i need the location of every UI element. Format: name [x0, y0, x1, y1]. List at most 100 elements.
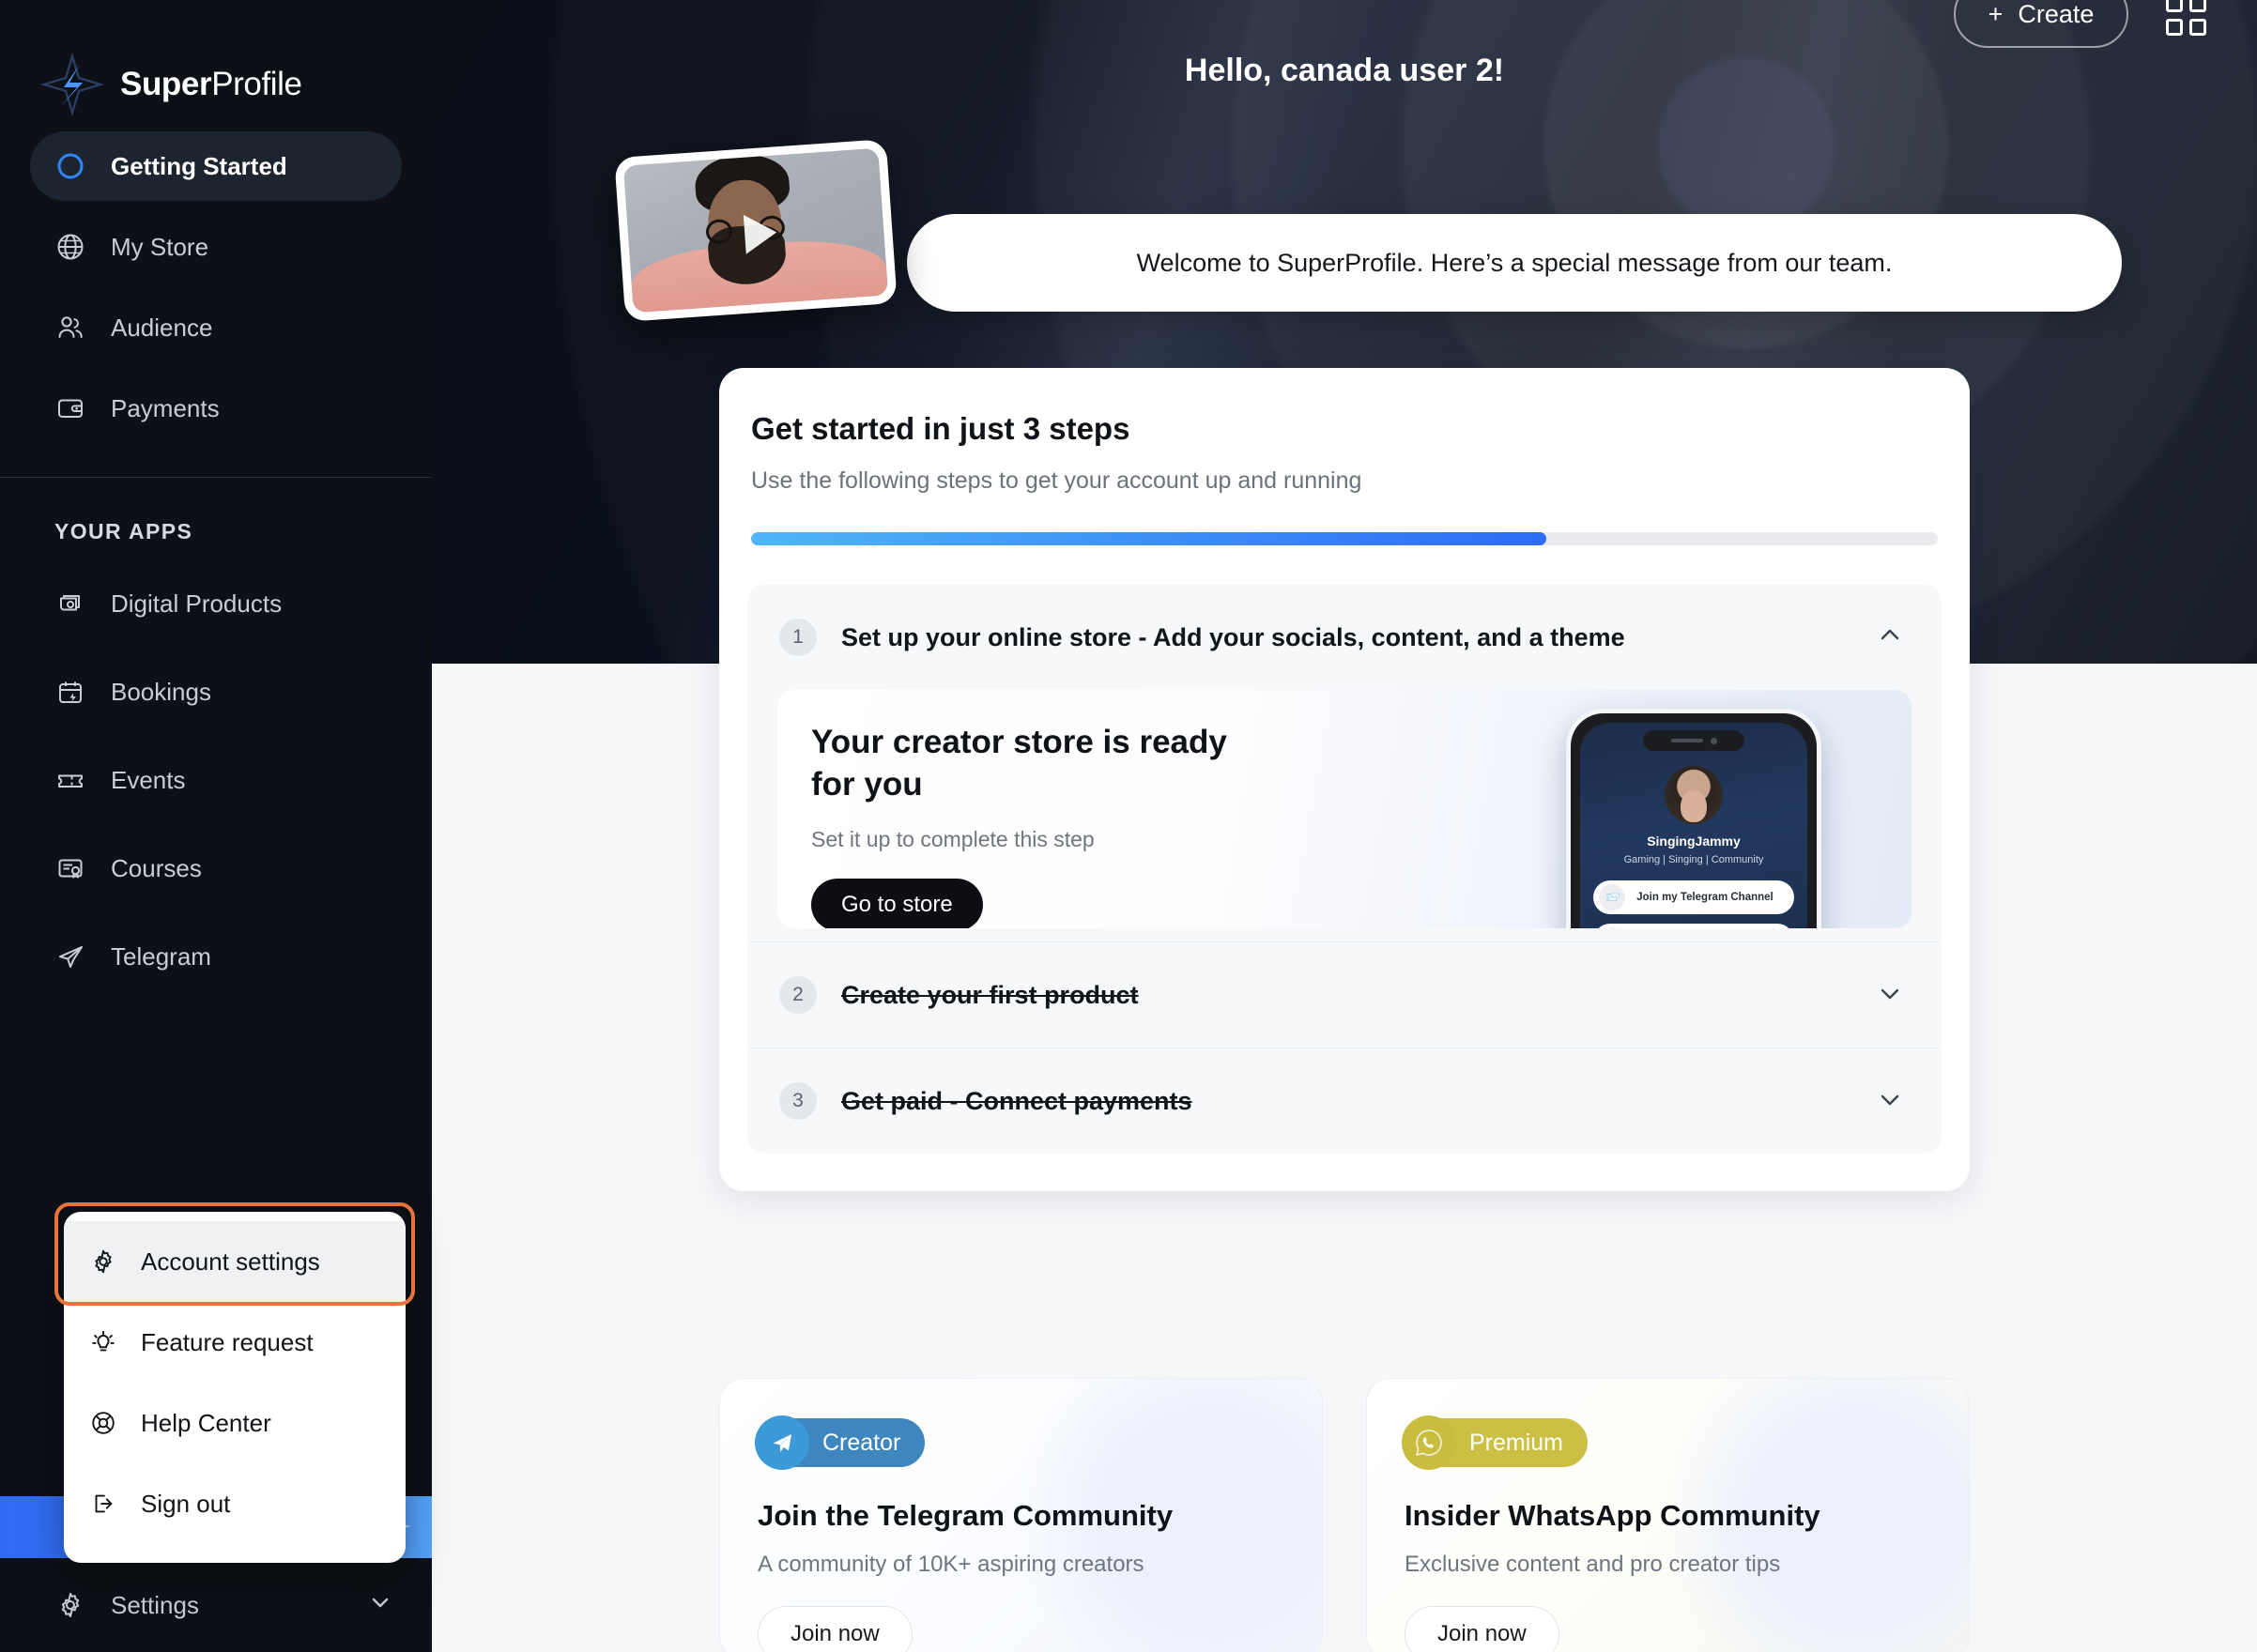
- preview-profile-name: SingingJammy: [1647, 834, 1741, 849]
- grid-apps-icon[interactable]: [2166, 0, 2206, 36]
- plus-icon: +: [1988, 0, 2004, 28]
- sidebar-item-label: Payments: [111, 393, 220, 422]
- circle-icon: [54, 150, 86, 182]
- sidebar-item-telegram[interactable]: Telegram: [30, 922, 402, 991]
- phone-notch: [1643, 730, 1744, 751]
- welcome-video-thumbnail[interactable]: [614, 139, 898, 322]
- account-menu-popup: Account settings Feature request Help Ce…: [64, 1212, 406, 1563]
- steps-list: 1 Set up your online store - Add your so…: [747, 585, 1942, 1154]
- telegram-paper-plane-icon: [755, 1415, 809, 1470]
- party-emoji-icon: 🎉: [1599, 927, 1625, 928]
- menu-item-label: Sign out: [141, 1489, 231, 1518]
- whatsapp-phone-icon: [1402, 1415, 1456, 1470]
- preview-link-label: Join my Telegram Channel: [1636, 892, 1773, 903]
- sidebar-item-payments[interactable]: Payments: [30, 374, 402, 443]
- badge-label: Premium: [1469, 1429, 1564, 1456]
- app-root: SuperProfile Getting Started My Store Au…: [0, 0, 2257, 1652]
- step-header-3[interactable]: 3 Get paid - Connect payments: [747, 1048, 1942, 1154]
- sidebar-item-label: Courses: [111, 853, 202, 882]
- digital-products-icon: [54, 588, 86, 620]
- card-title: Join the Telegram Community: [758, 1499, 1174, 1532]
- step-label: Get paid - Connect payments: [841, 1086, 1192, 1115]
- wallet-icon: [54, 392, 86, 424]
- progress-bar-fill: [751, 532, 1546, 545]
- store-heading-line1: Your creator store is ready: [811, 724, 1227, 760]
- welcome-message-row: Welcome to SuperProfile. Here’s a specia…: [614, 139, 2122, 364]
- sidebar-item-label: Settings: [111, 1590, 199, 1619]
- sidebar-item-label: Digital Products: [111, 589, 283, 618]
- brand-name-bold: Super: [120, 66, 212, 102]
- step-header-2[interactable]: 2 Create your first product: [747, 942, 1942, 1048]
- step-number: 3: [779, 1082, 817, 1120]
- sidebar: SuperProfile Getting Started My Store Au…: [0, 0, 432, 1652]
- status-badge: Creator: [755, 1415, 926, 1470]
- create-button-label: Create: [2018, 0, 2095, 28]
- store-setup-heading: Your creator store is ready for you: [811, 722, 1337, 806]
- join-now-button[interactable]: Join now: [758, 1606, 913, 1652]
- join-now-button[interactable]: Join now: [1405, 1606, 1559, 1652]
- step-header-1[interactable]: 1 Set up your online store - Add your so…: [747, 585, 1942, 690]
- phone-screen: SingingJammy Gaming | Singing | Communit…: [1580, 723, 1807, 928]
- page-title: Get started in just 3 steps: [751, 411, 1130, 446]
- gear-icon: [88, 1247, 118, 1277]
- store-heading-line2: for you: [811, 765, 923, 803]
- sidebar-item-bookings[interactable]: Bookings: [30, 657, 402, 727]
- mail-emoji-icon: 📨: [1599, 884, 1625, 910]
- menu-item-account-settings[interactable]: Account settings: [64, 1221, 406, 1302]
- brand-name: SuperProfile: [120, 66, 302, 103]
- progress-bar-track: [751, 532, 1938, 545]
- community-cards-row: Creator Join the Telegram Community A co…: [719, 1378, 1970, 1652]
- your-apps-heading: YOUR APPS: [54, 519, 193, 543]
- sidebar-item-label: Audience: [111, 313, 213, 342]
- chevron-up-icon[interactable]: [1874, 620, 1906, 656]
- preview-link-item: 🎉 Cheat code giveaway: [1593, 924, 1794, 928]
- avatar: [1665, 766, 1723, 824]
- brand-name-thin: Profile: [211, 66, 302, 102]
- status-badge: Premium: [1402, 1415, 1589, 1470]
- card-subtitle: Exclusive content and pro creator tips: [1405, 1552, 1781, 1577]
- sidebar-item-my-store[interactable]: My Store: [30, 212, 402, 282]
- page-subtitle: Use the following steps to get your acco…: [751, 467, 1362, 494]
- telegram-community-card: Creator Join the Telegram Community A co…: [719, 1378, 1323, 1652]
- apps-nav: Digital Products Bookings Events Courses: [0, 569, 432, 1010]
- menu-item-help-center[interactable]: Help Center: [64, 1383, 406, 1463]
- sidebar-item-settings[interactable]: Settings: [0, 1558, 432, 1652]
- sidebar-item-getting-started[interactable]: Getting Started: [30, 131, 402, 201]
- chevron-down-icon[interactable]: [1874, 1083, 1906, 1120]
- greeting-text: Hello, canada user 2!: [1184, 53, 1505, 88]
- topbar: + Create: [1600, 0, 2257, 56]
- chevron-down-icon: [366, 1588, 394, 1623]
- superprofile-star-logo: [41, 54, 103, 115]
- menu-item-label: Feature request: [141, 1327, 314, 1356]
- card-title: Insider WhatsApp Community: [1405, 1499, 1820, 1532]
- step-number: 2: [779, 976, 817, 1014]
- whatsapp-community-card: Premium Insider WhatsApp Community Exclu…: [1366, 1378, 1970, 1652]
- phone-preview-mockup: SingingJammy Gaming | Singing | Communit…: [1566, 709, 1821, 928]
- sidebar-item-label: Getting Started: [111, 151, 287, 180]
- gear-icon: [54, 1589, 86, 1621]
- sidebar-item-label: Bookings: [111, 677, 211, 706]
- sidebar-item-audience[interactable]: Audience: [30, 293, 402, 362]
- brand[interactable]: SuperProfile: [0, 0, 432, 131]
- sidebar-item-courses[interactable]: Courses: [30, 834, 402, 903]
- menu-item-feature-request[interactable]: Feature request: [64, 1302, 406, 1383]
- getting-started-card: Get started in just 3 steps Use the foll…: [719, 368, 1970, 1191]
- create-button[interactable]: + Create: [1954, 0, 2128, 48]
- certificate-icon: [54, 852, 86, 884]
- store-setup-copy: Your creator store is ready for you Set …: [811, 722, 1337, 928]
- sidebar-item-label: My Store: [111, 232, 209, 261]
- badge-label: Creator: [822, 1429, 901, 1456]
- go-to-store-button[interactable]: Go to store: [811, 878, 983, 928]
- chevron-down-icon[interactable]: [1874, 977, 1906, 1014]
- card-subtitle: A community of 10K+ aspiring creators: [758, 1552, 1144, 1577]
- welcome-message-text: Welcome to SuperProfile. Here’s a specia…: [1136, 248, 1893, 277]
- play-icon: [744, 212, 779, 254]
- menu-item-sign-out[interactable]: Sign out: [64, 1463, 406, 1544]
- calendar-bolt-icon: [54, 676, 86, 708]
- store-setup-subtext: Set it up to complete this step: [811, 826, 1095, 851]
- step-label: Create your first product: [841, 980, 1139, 1009]
- sidebar-item-digital-products[interactable]: Digital Products: [30, 569, 402, 638]
- sidebar-item-events[interactable]: Events: [30, 745, 402, 815]
- users-icon: [54, 312, 86, 344]
- sidebar-item-label: Telegram: [111, 941, 211, 971]
